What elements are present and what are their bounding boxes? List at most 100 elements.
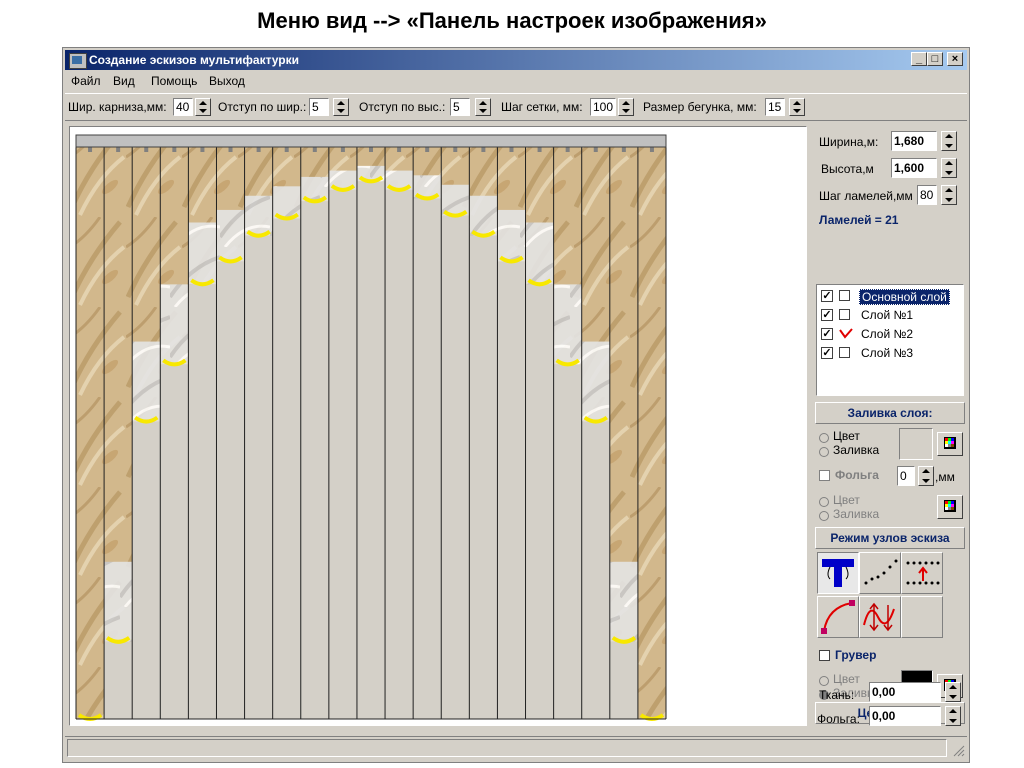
color3-radio[interactable] bbox=[819, 676, 829, 686]
slat-silver-band bbox=[104, 561, 133, 642]
menu-file[interactable]: Файл bbox=[71, 74, 101, 88]
foil-spinner[interactable] bbox=[918, 466, 934, 486]
color2-radio[interactable] bbox=[819, 497, 829, 507]
slat-step-label: Шаг ламелей,мм bbox=[819, 189, 913, 203]
fill-radio[interactable] bbox=[819, 447, 829, 457]
indent-width-input[interactable]: 5 bbox=[309, 98, 329, 116]
layer-item[interactable]: ✓ Основной слой bbox=[821, 288, 961, 305]
active-pen-icon bbox=[839, 328, 853, 339]
layer-name: Слой №1 bbox=[861, 308, 914, 322]
slat-hanger bbox=[172, 147, 177, 152]
gruver-checkbox[interactable] bbox=[819, 650, 830, 661]
palette-button[interactable] bbox=[937, 432, 963, 456]
curve-node-tool[interactable] bbox=[817, 596, 859, 638]
fill2-label: Заливка bbox=[833, 507, 880, 521]
dotted-grid-arrow-icon bbox=[906, 561, 940, 585]
layers-list[interactable]: ✓ Основной слой ✓ Слой №1 ✓ Слой №2 ✓ Сл… bbox=[816, 284, 964, 396]
layer-lock-checkbox[interactable] bbox=[839, 290, 850, 301]
slat-silver-band bbox=[188, 222, 217, 285]
layer-visible-checkbox[interactable]: ✓ bbox=[821, 347, 833, 359]
app-window: Создание эскизов мультифактурки _ □ × Фа… bbox=[62, 47, 970, 763]
curtain-sketch[interactable] bbox=[70, 127, 806, 725]
foil-price-input[interactable]: 0,00 bbox=[869, 706, 941, 726]
right-settings-panel: Ширина,м: 1,680 Высота,м 1,600 Шаг ламел… bbox=[813, 122, 967, 734]
height-spinner[interactable] bbox=[941, 158, 957, 178]
layer-item[interactable]: ✓ Слой №2 bbox=[821, 326, 961, 343]
cornice-node-tool[interactable] bbox=[817, 552, 859, 594]
foil-unit: ,мм bbox=[935, 470, 955, 484]
slat-hanger bbox=[537, 147, 542, 152]
grid-step-spinner[interactable] bbox=[618, 98, 634, 116]
menu-help[interactable]: Помощь bbox=[151, 74, 197, 88]
height-label: Высота,м bbox=[821, 162, 874, 176]
slat-hanger bbox=[284, 147, 289, 152]
slat-silver-band bbox=[132, 341, 161, 422]
grid-step-input[interactable]: 100 bbox=[590, 98, 616, 116]
foil-input[interactable]: 0 bbox=[897, 466, 915, 486]
width-spinner[interactable] bbox=[941, 131, 957, 151]
palette-icon bbox=[944, 437, 956, 449]
slat-hanger bbox=[312, 147, 317, 152]
width-input[interactable]: 1,680 bbox=[891, 131, 937, 151]
fabric-price-input[interactable]: 0,00 bbox=[869, 682, 941, 702]
slat-hanger bbox=[509, 147, 514, 152]
color-label: Цвет bbox=[833, 429, 860, 443]
indent-width-spinner[interactable] bbox=[333, 98, 349, 116]
layer-lock-checkbox[interactable] bbox=[839, 347, 850, 358]
line-node-tool[interactable] bbox=[859, 552, 901, 594]
layer-visible-checkbox[interactable]: ✓ bbox=[821, 309, 833, 321]
slat-hanger bbox=[340, 147, 345, 152]
cornice-width-spinner[interactable] bbox=[195, 98, 211, 116]
close-button[interactable]: × bbox=[947, 52, 963, 66]
slat-silver-band bbox=[525, 222, 554, 285]
foil-price-label: Фольга: bbox=[817, 712, 860, 726]
slide-title: Меню вид --> «Панель настроек изображени… bbox=[257, 8, 767, 33]
slat-silver-band bbox=[553, 284, 582, 365]
foil-price-spinner[interactable] bbox=[945, 706, 961, 726]
slat-hanger bbox=[369, 147, 373, 152]
maximize-button[interactable]: □ bbox=[927, 52, 943, 66]
menu-view[interactable]: Вид bbox=[113, 74, 135, 88]
menu-exit[interactable]: Выход bbox=[209, 74, 245, 88]
bezier-curve-icon bbox=[821, 600, 855, 634]
layer-lock-checkbox[interactable] bbox=[839, 309, 850, 320]
layer-visible-checkbox[interactable]: ✓ bbox=[821, 290, 833, 302]
indent-height-label: Отступ по выс.: bbox=[359, 100, 446, 114]
slat-silver-band bbox=[609, 561, 638, 642]
indent-height-spinner[interactable] bbox=[475, 98, 491, 116]
slider-size-spinner[interactable] bbox=[789, 98, 805, 116]
fill-label: Заливка bbox=[833, 443, 880, 457]
minimize-button[interactable]: _ bbox=[911, 52, 927, 66]
foil-checkbox[interactable] bbox=[819, 470, 830, 481]
fill2-radio[interactable] bbox=[819, 511, 829, 521]
indent-height-input[interactable]: 5 bbox=[450, 98, 470, 116]
slat-step-input[interactable]: 80 bbox=[917, 185, 937, 205]
shift-nodes-tool[interactable] bbox=[901, 552, 943, 594]
slider-size-input[interactable]: 15 bbox=[765, 98, 785, 116]
resize-grip-icon[interactable] bbox=[951, 743, 965, 757]
sketch-canvas[interactable] bbox=[69, 126, 807, 726]
slat-silver-band bbox=[160, 284, 189, 365]
slider-size-label: Размер бегунка, мм: bbox=[643, 100, 757, 114]
fill-color-swatch[interactable] bbox=[899, 428, 933, 460]
layer-item[interactable]: ✓ Слой №3 bbox=[821, 345, 961, 362]
slat-fabric[interactable] bbox=[637, 147, 666, 719]
slat-hanger bbox=[397, 147, 402, 152]
cornice-t-icon bbox=[822, 559, 854, 587]
layer-item[interactable]: ✓ Слой №1 bbox=[821, 307, 961, 324]
palette2-button[interactable] bbox=[937, 495, 963, 519]
cornice-width-input[interactable]: 40 bbox=[173, 98, 193, 116]
slat-hanger bbox=[116, 147, 121, 152]
fabric-price-spinner[interactable] bbox=[945, 682, 961, 702]
slat-silver-band bbox=[216, 209, 245, 262]
slats-count: Ламелей = 21 bbox=[819, 213, 899, 227]
slat-hanger bbox=[256, 147, 261, 152]
slat-hanger bbox=[649, 147, 654, 152]
slat-silver-band bbox=[244, 195, 273, 236]
color-radio[interactable] bbox=[819, 433, 829, 443]
wave-node-tool[interactable] bbox=[859, 596, 901, 638]
slat-step-spinner[interactable] bbox=[941, 185, 957, 205]
slat-fabric[interactable] bbox=[76, 147, 105, 719]
layer-visible-checkbox[interactable]: ✓ bbox=[821, 328, 833, 340]
height-input[interactable]: 1,600 bbox=[891, 158, 937, 178]
